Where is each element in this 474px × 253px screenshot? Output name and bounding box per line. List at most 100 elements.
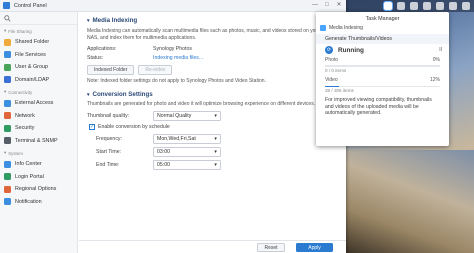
widgets-icon[interactable] <box>436 2 444 10</box>
reset-button[interactable]: Reset <box>257 243 285 252</box>
conversion-settings-header[interactable]: ▾ Conversion Settings <box>87 91 346 98</box>
grid-icon[interactable] <box>462 2 470 10</box>
desktop-wallpaper <box>345 150 474 253</box>
media-indexing-note: Note: Indexed folder settings do not app… <box>87 78 266 84</box>
minimize-button[interactable]: — <box>312 2 318 8</box>
search-icon[interactable] <box>4 14 11 22</box>
task-manager-icon[interactable] <box>384 2 392 10</box>
task-note: For improved viewing compatibility, thum… <box>325 97 432 117</box>
sidebar-item-external-access[interactable]: External Access <box>0 97 77 110</box>
sidebar-item-terminal-snmp[interactable]: Terminal & SNMP <box>0 135 77 148</box>
window-titlebar[interactable]: Control Panel — □ ✕ <box>0 0 346 12</box>
notification-icon <box>4 198 11 206</box>
close-button[interactable]: ✕ <box>336 2 342 8</box>
sidebar-item-label: Notification <box>15 198 42 205</box>
video-count: 39 / 305 items <box>325 88 354 93</box>
photo-progress: Photo 0% 0 / 0 items <box>325 56 440 73</box>
info-icon <box>4 160 11 168</box>
folder-share-icon <box>4 38 11 46</box>
sidebar-item-label: Network <box>15 112 35 119</box>
sidebar-item-file-services[interactable]: File Services <box>0 49 77 62</box>
chevron-down-icon: ▾ <box>214 113 217 119</box>
video-progress-fill <box>325 85 339 87</box>
sidebar-item-label: Info Center <box>15 161 42 168</box>
media-indexing-description: Media Indexing can automatically scan mu… <box>87 28 342 41</box>
chevron-down-icon: ▾ <box>214 149 217 155</box>
chevron-down-icon: ▾ <box>4 89 7 94</box>
footer-bar: Reset Apply <box>79 240 346 253</box>
sidebar-item-notification[interactable]: Notification <box>0 196 77 209</box>
frequency-select[interactable]: Mon,Wed,Fri,Sat ▾ <box>153 134 221 144</box>
sidebar-search[interactable] <box>0 12 77 25</box>
sidebar-item-label: File Services <box>15 51 46 58</box>
sync-icon: ⟳ <box>325 46 333 54</box>
start-time-label: Start Time: <box>96 149 122 155</box>
chevron-down-icon: ▾ <box>214 136 217 142</box>
status-label: Status: <box>87 55 104 61</box>
apply-button[interactable]: Apply <box>296 243 333 252</box>
chat-icon[interactable] <box>449 2 457 10</box>
sidebar-section-system[interactable]: ▾ System <box>0 147 77 158</box>
sidebar-item-label: External Access <box>15 100 54 107</box>
control-panel-icon <box>3 2 10 9</box>
video-progress: Video 12% 39 / 305 items <box>325 77 440 93</box>
domain-icon <box>4 76 11 84</box>
chevron-down-icon: ▾ <box>4 28 7 33</box>
media-indexing-header[interactable]: ▾ Media Indexing <box>87 17 346 24</box>
sidebar-item-label: Terminal & SNMP <box>15 137 58 144</box>
sidebar-item-label: Security <box>15 125 35 132</box>
sidebar-section-connectivity[interactable]: ▾ Connectivity <box>0 86 77 97</box>
sidebar-item-domain-ldap[interactable]: Domain/LDAP <box>0 74 77 87</box>
media-indexing-icon <box>320 24 326 31</box>
task-manager-panel: Task Manager Media Indexing Generate Thu… <box>316 12 449 146</box>
end-time-select[interactable]: 05:00 ▾ <box>153 160 221 170</box>
task-manager-title: Task Manager <box>365 16 400 22</box>
user-icon[interactable] <box>410 2 418 10</box>
conversion-description: Thumbnails are generated for photo and v… <box>87 101 316 107</box>
chevron-down-icon: ▾ <box>214 162 217 168</box>
file-services-icon <box>4 51 11 59</box>
notifications-icon[interactable] <box>397 2 405 10</box>
applications-value: Synology Photos <box>153 46 192 52</box>
window-title: Control Panel <box>14 2 47 9</box>
sidebar-item-login-portal[interactable]: Login Portal <box>0 171 77 184</box>
indexed-folder-button[interactable]: Indexed Folder <box>87 65 135 75</box>
sidebar-item-network[interactable]: Network <box>0 110 77 123</box>
reindex-button[interactable]: Re-index <box>138 65 173 75</box>
sidebar-item-label: User & Group <box>15 64 48 71</box>
task-app-row: Media Indexing <box>316 23 449 32</box>
end-time-label: End Time: <box>96 162 120 168</box>
sidebar-item-regional-options[interactable]: Regional Options <box>0 183 77 196</box>
photo-progress-bar <box>325 65 440 67</box>
main-content: ▾ Media Indexing Media Indexing can auto… <box>79 12 346 253</box>
chevron-down-icon: ▾ <box>4 150 7 155</box>
sidebar-item-label: Login Portal <box>15 173 44 180</box>
login-icon <box>4 173 11 181</box>
chevron-down-icon: ▾ <box>87 91 90 98</box>
network-icon <box>4 112 11 120</box>
status-value[interactable]: Indexing media files... <box>153 55 203 61</box>
users-icon <box>4 63 11 71</box>
sidebar-item-shared-folder[interactable]: Shared Folder <box>0 36 77 49</box>
photo-count: 0 / 0 items <box>325 67 347 73</box>
search-icon[interactable] <box>423 2 431 10</box>
thumbnail-quality-select[interactable]: Normal Quality ▾ <box>153 111 221 121</box>
task-job-title: Generate Thumbnails/Videos <box>316 34 449 44</box>
sidebar-item-label: Shared Folder <box>15 39 50 46</box>
applications-label: Applications: <box>87 46 117 52</box>
start-time-select[interactable]: 03:00 ▾ <box>153 147 221 157</box>
sidebar-item-label: Domain/LDAP <box>15 76 50 83</box>
regional-icon <box>4 185 11 193</box>
shield-icon <box>4 124 11 132</box>
terminal-icon <box>4 137 11 145</box>
sidebar-section-file-sharing[interactable]: ▾ File Sharing <box>0 25 77 36</box>
task-status: Running <box>338 46 364 54</box>
sidebar-item-info-center[interactable]: Info Center <box>0 158 77 171</box>
sidebar-item-security[interactable]: Security <box>0 122 77 135</box>
sidebar-item-user-group[interactable]: User & Group <box>0 61 77 74</box>
enable-schedule-checkbox[interactable]: ✓ <box>89 124 95 130</box>
thumbnail-quality-label: Thumbnail quality: <box>87 113 130 119</box>
maximize-button[interactable]: □ <box>324 2 330 8</box>
task-status-row: ⟳ Running II <box>316 44 449 56</box>
pause-button[interactable]: II <box>439 47 442 53</box>
